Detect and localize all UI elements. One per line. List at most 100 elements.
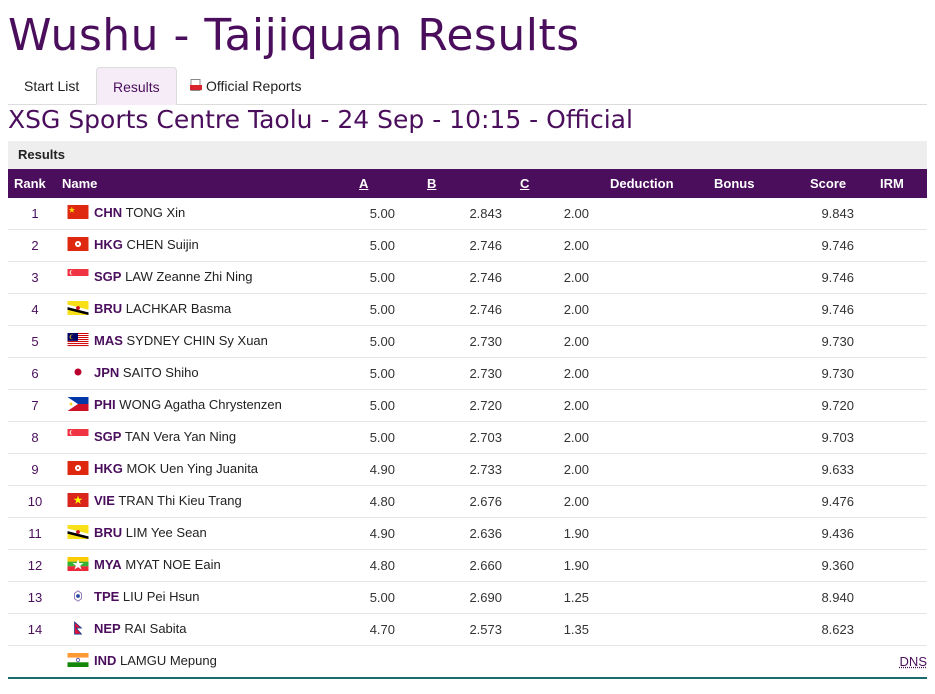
col-a[interactable]: A [359,169,427,198]
score-a-cell: 4.80 [359,549,427,582]
tab-results[interactable]: Results [96,67,177,105]
athlete-name[interactable]: TRAN Thi Kieu Trang [118,493,241,508]
name-cell[interactable]: MYA MYAT NOE Eain [62,549,359,582]
noc-code: TPE [94,589,120,605]
total-score: 9.730 [821,366,854,381]
athlete-name[interactable]: MOK Uen Ying Juanita [127,461,259,476]
name-cell[interactable]: HKG MOK Uen Ying Juanita [62,453,359,486]
name-cell[interactable]: PHI WONG Agatha Chrystenzen [62,389,359,422]
score-c: 2.00 [563,398,589,413]
col-b[interactable]: B [427,169,520,198]
deduction-cell [610,325,714,358]
deduction-cell [610,485,714,518]
score-b-cell [427,645,520,679]
score-c: 2.00 [563,302,589,317]
noc-code: SGP [94,429,122,445]
noc-code: PHI [94,397,116,413]
rank-cell [8,645,62,679]
flag-icon-bru [67,524,91,541]
name-cell[interactable]: BRU LACHKAR Basma [62,293,359,326]
score-c-cell: 2.00 [520,325,610,358]
name-cell[interactable]: BRU LIM Yee Sean [62,517,359,550]
score-a-cell: 4.70 [359,613,427,646]
score-a: 5.00 [369,430,395,445]
total-score-cell: 8.940 [810,581,880,614]
total-score-cell: 9.746 [810,293,880,326]
rank-cell: 9 [8,453,62,486]
total-score-cell: 9.633 [810,453,880,486]
flag-icon-nep [67,620,91,637]
name-cell[interactable]: MAS SYDNEY CHIN Sy Xuan [62,325,359,358]
score-a-cell: 5.00 [359,293,427,326]
athlete-name[interactable]: SYDNEY CHIN Sy Xuan [127,333,268,348]
athlete-name[interactable]: MYAT NOE Eain [125,557,220,572]
flag-icon-mas [67,332,91,349]
score-a: 4.80 [369,494,395,509]
bonus-cell [714,549,810,582]
noc-code: CHN [94,205,123,221]
name-cell[interactable]: SGP LAW Zeanne Zhi Ning [62,261,359,294]
name-cell[interactable]: TPE LIU Pei Hsun [62,581,359,614]
athlete-name[interactable]: LAMGU Mepung [120,653,217,668]
bonus-cell [714,325,810,358]
athlete-name[interactable]: TONG Xin [126,205,186,220]
bonus-cell [714,581,810,614]
irm-cell [880,517,927,550]
athlete-name[interactable]: LACHKAR Basma [126,301,231,316]
col-name[interactable]: Name [62,169,359,198]
athlete-name[interactable]: SAITO Shiho [123,365,199,380]
name-cell[interactable]: IND LAMGU Mepung [62,645,359,679]
athlete-name[interactable]: LIM Yee Sean [126,525,207,540]
irm-value[interactable]: DNS [900,654,927,669]
tab-start-list[interactable]: Start List [8,67,95,103]
score-b: 2.746 [469,302,502,317]
rank-cell: 12 [8,549,62,582]
noc-code: MYA [94,557,122,573]
total-score-cell: 9.703 [810,421,880,454]
irm-cell [880,549,927,582]
score-a: 5.00 [369,302,395,317]
name-cell[interactable]: JPN SAITO Shiho [62,357,359,390]
noc-code: HKG [94,237,123,253]
rank-cell: 6 [8,357,62,390]
athlete-name[interactable]: LAW Zeanne Zhi Ning [125,269,252,284]
total-score: 8.940 [821,590,854,605]
score-b: 2.636 [469,526,502,541]
score-b-cell: 2.746 [427,293,520,326]
irm-cell [880,581,927,614]
athlete-name[interactable]: TAN Vera Yan Ning [125,429,236,444]
score-c: 1.90 [563,526,589,541]
results-table: Rank Name A B C Deduction Bonus Score IR… [8,169,927,679]
irm-cell [880,325,927,358]
score-a: 5.00 [369,366,395,381]
name-cell[interactable]: CHN TONG Xin [62,198,359,230]
rank-cell: 3 [8,261,62,294]
athlete-name[interactable]: CHEN Suijin [127,237,199,252]
flag-icon-chn [67,204,91,221]
score-a: 4.80 [369,558,395,573]
col-c[interactable]: C [520,169,610,198]
athlete-name[interactable]: LIU Pei Hsun [123,589,200,604]
name-cell[interactable]: HKG CHEN Suijin [62,229,359,262]
score-a: 4.70 [369,622,395,637]
name-cell[interactable]: VIE TRAN Thi Kieu Trang [62,485,359,518]
total-score-cell: 9.436 [810,517,880,550]
noc-code: HKG [94,461,123,477]
score-a-cell: 5.00 [359,421,427,454]
total-score: 9.843 [821,206,854,221]
score-b-cell: 2.733 [427,453,520,486]
tab-official-reports[interactable]: Official Reports [174,67,317,103]
score-c-cell: 2.00 [520,421,610,454]
noc-code: IND [94,653,117,669]
athlete-name[interactable]: RAI Sabita [124,621,186,636]
score-a-cell: 4.90 [359,517,427,550]
col-rank[interactable]: Rank [8,169,62,198]
score-b: 2.733 [469,462,502,477]
irm-cell: DNS [880,645,927,679]
athlete-name[interactable]: WONG Agatha Chrystenzen [119,397,282,412]
score-a: 5.00 [369,590,395,605]
score-b: 2.676 [469,494,502,509]
section-header: Results [8,141,927,169]
name-cell[interactable]: NEP RAI Sabita [62,613,359,646]
name-cell[interactable]: SGP TAN Vera Yan Ning [62,421,359,454]
